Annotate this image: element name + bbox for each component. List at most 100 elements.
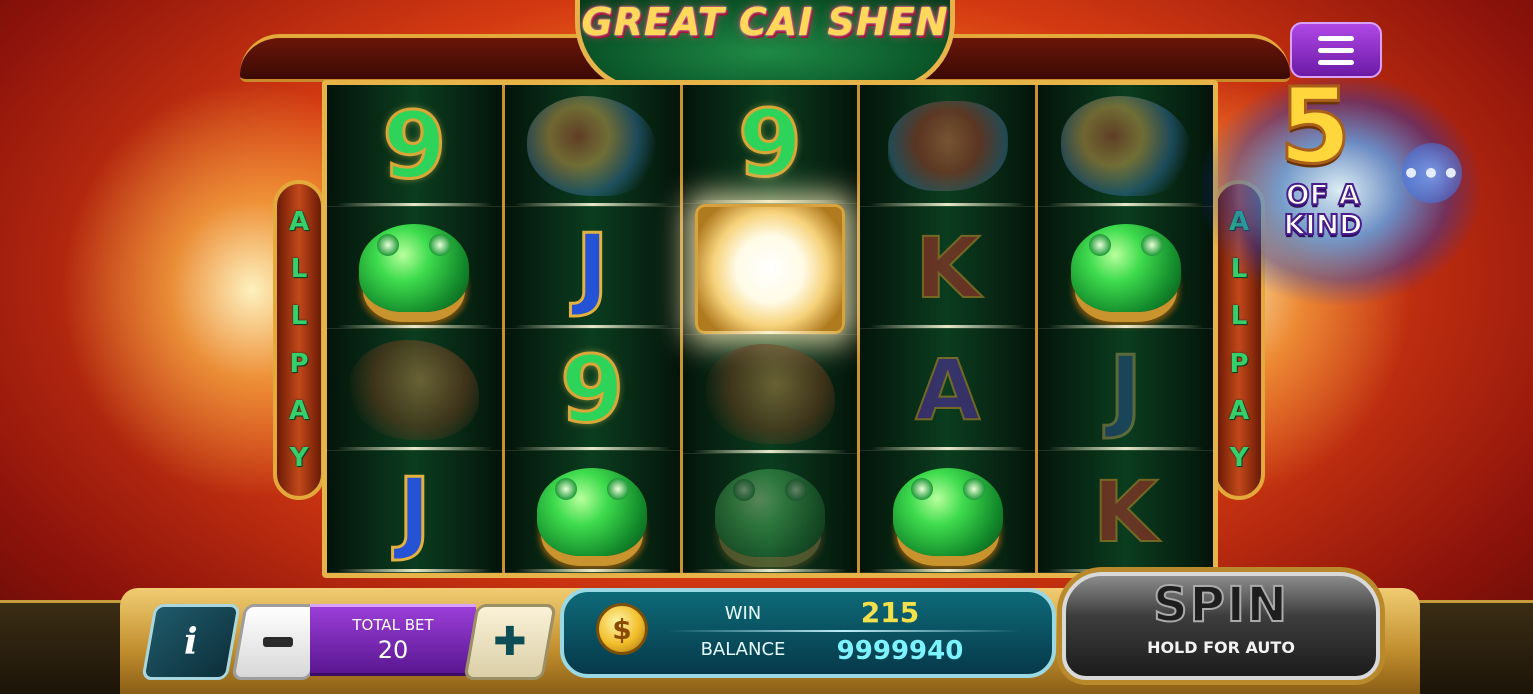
symbol-jade-frog-icon xyxy=(892,467,1003,556)
reel-cell: K xyxy=(860,207,1036,329)
reel-cell xyxy=(860,451,1036,573)
symbol-jade-frog-icon xyxy=(1070,223,1181,312)
of-a-text: OF A xyxy=(1285,178,1361,211)
symbol-king: K xyxy=(1092,462,1159,561)
reel-4: KA xyxy=(860,85,1039,573)
symbol-jade-frog-icon xyxy=(537,467,648,556)
reel-cell xyxy=(682,454,858,573)
symbol-phoenix-icon xyxy=(527,95,658,196)
sparkle-effect xyxy=(870,203,1026,206)
sparkle-effect xyxy=(692,450,848,453)
symbol-jade-frog-icon xyxy=(359,223,470,312)
allpay-letter: L xyxy=(290,253,308,284)
reel-cell: A xyxy=(860,329,1036,451)
kind-text: KIND xyxy=(1283,208,1364,241)
sparkle-effect xyxy=(337,447,492,450)
sparkle-effect xyxy=(692,331,848,334)
symbol-phoenix-icon xyxy=(1060,95,1191,196)
sparkle-effect xyxy=(692,569,848,572)
symbol-jack: J xyxy=(574,214,610,320)
symbol-king: K xyxy=(914,218,981,317)
allpay-letter: A xyxy=(288,395,310,426)
allpay-letter: A xyxy=(1228,395,1250,426)
five-of-a-kind-label: OF A KIND xyxy=(1268,178,1378,241)
sparkle-effect xyxy=(1048,203,1203,206)
total-bet-value: 20 xyxy=(377,636,409,664)
allpay-banner-left: ALLPAY xyxy=(273,180,325,500)
symbol-gold-coin-icon xyxy=(694,204,845,334)
reel-cell xyxy=(1038,207,1213,329)
sparkle-effect xyxy=(514,447,670,450)
sparkle-effect xyxy=(514,569,670,572)
sparkle-effect xyxy=(870,569,1026,572)
symbol-dragon-icon xyxy=(704,344,835,444)
hold-for-auto-label: HOLD FOR AUTO xyxy=(1147,638,1295,657)
reel-cell: J xyxy=(504,207,680,329)
sparkle-effect xyxy=(337,325,492,328)
symbol-ace: A xyxy=(914,340,981,439)
sparkle-effect xyxy=(1048,447,1203,450)
symbol-dragon-icon xyxy=(349,339,480,440)
reel-cell xyxy=(682,204,858,335)
symbol-nine: 9 xyxy=(559,335,626,443)
reel-cell xyxy=(327,329,502,451)
reel-1: 9J xyxy=(327,85,505,573)
allpay-letter: P xyxy=(1229,348,1249,379)
reel-cell xyxy=(682,335,858,454)
allpay-letter: Y xyxy=(1229,443,1249,474)
reel-cell: 9 xyxy=(327,85,502,207)
reels-grid: 9JJ99KAJK xyxy=(322,80,1218,578)
info-icon: i xyxy=(184,621,198,663)
symbol-jade-frog-icon xyxy=(714,469,825,557)
total-bet-label: TOTAL BET xyxy=(352,616,434,634)
sparkle-effect xyxy=(870,325,1026,328)
allpay-letter: P xyxy=(289,348,309,379)
balance-value: 9999940 xyxy=(836,636,964,666)
allpay-letter: L xyxy=(1230,301,1248,332)
menu-button[interactable] xyxy=(1290,22,1382,78)
reel-cell xyxy=(504,85,680,207)
game-title-logo: GREAT CAI SHEN xyxy=(581,0,949,44)
allpay-letter: L xyxy=(290,301,308,332)
hamburger-menu-icon xyxy=(1318,35,1354,41)
panel-divider xyxy=(668,630,1020,632)
info-button[interactable]: i xyxy=(141,604,241,680)
symbol-koi-icon xyxy=(887,100,1008,191)
spin-label: SPIN xyxy=(1152,576,1289,634)
reel-3: 9 xyxy=(682,85,861,573)
reel-5: JK xyxy=(1038,85,1213,573)
symbol-nine: 9 xyxy=(736,90,803,197)
coin-icon: $ xyxy=(596,603,648,655)
sparkle-effect xyxy=(337,569,492,572)
increase-bet-button[interactable]: ✚ xyxy=(463,604,557,680)
reel-cell xyxy=(860,85,1036,207)
sparkle-effect xyxy=(692,200,848,203)
reel-cell xyxy=(1038,85,1213,207)
sparkle-effect xyxy=(337,203,492,206)
symbol-jack: J xyxy=(1107,336,1143,442)
reel-cell: J xyxy=(327,451,502,573)
balance-label: BALANCE xyxy=(700,639,786,660)
win-value: 215 xyxy=(860,596,920,629)
win-label: WIN xyxy=(724,603,762,624)
allpay-letter: Y xyxy=(289,443,309,474)
more-dots-icon[interactable]: ••• xyxy=(1402,143,1462,203)
symbol-nine: 9 xyxy=(381,91,448,199)
reel-cell xyxy=(327,207,502,329)
hamburger-menu-icon-bar xyxy=(1318,47,1354,53)
sparkle-effect xyxy=(1048,325,1203,328)
sparkle-effect xyxy=(514,325,670,328)
sparkle-effect xyxy=(514,203,670,206)
allpay-letter: A xyxy=(288,206,310,237)
total-bet-display: TOTAL BET 20 xyxy=(310,604,476,676)
sparkle-effect xyxy=(870,447,1026,450)
plus-icon: ✚ xyxy=(493,619,527,665)
reel-cell: K xyxy=(1038,451,1213,573)
reel-cell: 9 xyxy=(504,329,680,451)
reel-2: J9 xyxy=(504,85,683,573)
five-of-a-kind-count: 5 xyxy=(1277,65,1352,187)
minus-icon xyxy=(263,637,293,647)
reel-cell: J xyxy=(1038,329,1213,451)
hamburger-menu-icon-bar xyxy=(1318,59,1354,65)
symbol-jack: J xyxy=(396,458,432,564)
